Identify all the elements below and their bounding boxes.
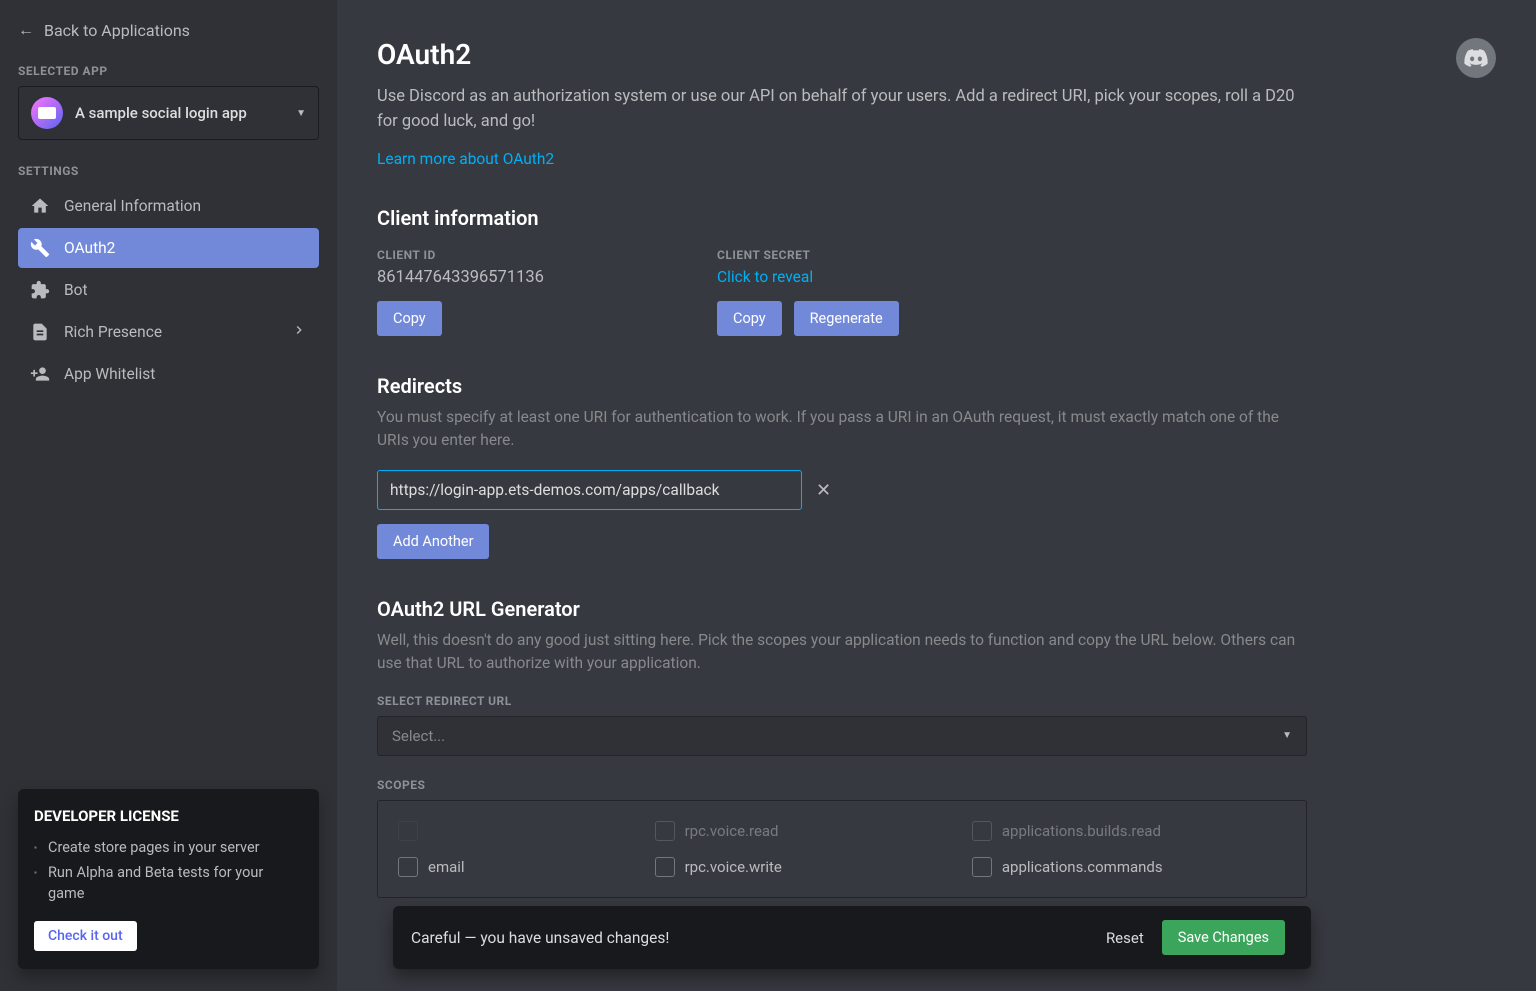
- redirect-uri-input[interactable]: [377, 470, 802, 510]
- sidebar-item-label: OAuth2: [64, 239, 115, 257]
- page-title: OAuth2: [377, 38, 1496, 71]
- unsaved-changes-bar: Careful — you have unsaved changes! Rese…: [393, 906, 1311, 969]
- reveal-secret-link[interactable]: Click to reveal: [717, 268, 813, 286]
- license-item: Create store pages in your server: [34, 837, 303, 859]
- scope-item-rpc-voice-write[interactable]: rpc.voice.write: [655, 857, 782, 877]
- sidebar: ← Back to Applications SELECTED APP A sa…: [0, 0, 337, 991]
- add-another-button[interactable]: Add Another: [377, 524, 489, 559]
- scope-item-rpc-voice-read[interactable]: rpc.voice.read: [655, 821, 782, 841]
- checkbox-icon: [972, 857, 992, 877]
- sidebar-item-app-whitelist[interactable]: App Whitelist: [18, 354, 319, 394]
- select-placeholder: Select...: [392, 727, 445, 745]
- checkbox-icon: [398, 857, 418, 877]
- scope-item[interactable]: [398, 821, 465, 841]
- main-content: OAuth2 Use Discord as an authorization s…: [337, 0, 1536, 991]
- scope-item-applications-commands[interactable]: applications.commands: [972, 857, 1163, 877]
- client-secret-label: CLIENT SECRET: [717, 248, 1017, 262]
- client-id-value: 861447643396571136: [377, 268, 677, 287]
- save-changes-button[interactable]: Save Changes: [1162, 920, 1285, 955]
- sidebar-item-bot[interactable]: Bot: [18, 270, 319, 310]
- sidebar-item-rich-presence[interactable]: Rich Presence: [18, 312, 319, 352]
- sidebar-item-label: Rich Presence: [64, 323, 162, 341]
- copy-client-id-button[interactable]: Copy: [377, 301, 442, 336]
- scope-item-email[interactable]: email: [398, 857, 465, 877]
- chevron-down-icon: ▼: [296, 108, 306, 119]
- reset-button[interactable]: Reset: [1106, 929, 1144, 947]
- checkbox-icon: [972, 821, 992, 841]
- license-list: Create store pages in your server Run Al…: [34, 837, 303, 905]
- redirects-heading: Redirects: [377, 374, 1496, 398]
- sidebar-item-general-information[interactable]: General Information: [18, 186, 319, 226]
- app-selector[interactable]: A sample social login app ▼: [18, 86, 319, 140]
- back-to-applications[interactable]: ← Back to Applications: [18, 20, 319, 40]
- scopes-label: SCOPES: [377, 778, 1496, 792]
- license-item: Run Alpha and Beta tests for your game: [34, 862, 303, 906]
- client-id-label: CLIENT ID: [377, 248, 677, 262]
- selected-app-label: SELECTED APP: [18, 64, 319, 78]
- document-icon: [30, 322, 50, 342]
- app-avatar: [31, 97, 63, 129]
- learn-more-link[interactable]: Learn more about OAuth2: [377, 150, 554, 168]
- unsaved-message: Careful — you have unsaved changes!: [411, 929, 669, 947]
- scope-item-applications-builds-read[interactable]: applications.builds.read: [972, 821, 1163, 841]
- remove-redirect-icon[interactable]: ✕: [816, 480, 831, 501]
- checkbox-icon: [398, 821, 418, 841]
- sidebar-item-label: Bot: [64, 281, 88, 299]
- check-it-out-button[interactable]: Check it out: [34, 921, 137, 951]
- developer-license-card: DEVELOPER LICENSE Create store pages in …: [18, 789, 319, 969]
- wrench-icon: [30, 238, 50, 258]
- copy-secret-button[interactable]: Copy: [717, 301, 782, 336]
- url-generator-heading: OAuth2 URL Generator: [377, 597, 1496, 621]
- sidebar-item-label: General Information: [64, 197, 201, 215]
- regenerate-secret-button[interactable]: Regenerate: [794, 301, 899, 336]
- sidebar-item-oauth2[interactable]: OAuth2: [18, 228, 319, 268]
- puzzle-icon: [30, 280, 50, 300]
- chevron-down-icon: ▼: [1282, 730, 1292, 741]
- url-generator-description: Well, this doesn't do any good just sitt…: [377, 629, 1297, 676]
- redirects-description: You must specify at least one URI for au…: [377, 406, 1297, 453]
- client-information-heading: Client information: [377, 206, 1496, 230]
- app-name: A sample social login app: [75, 104, 284, 122]
- license-title: DEVELOPER LICENSE: [34, 807, 303, 825]
- back-label: Back to Applications: [44, 21, 190, 40]
- home-icon: [30, 196, 50, 216]
- checkbox-icon: [655, 821, 675, 841]
- sidebar-item-label: App Whitelist: [64, 365, 155, 383]
- chevron-right-icon: [291, 322, 307, 342]
- select-redirect-label: SELECT REDIRECT URL: [377, 694, 1496, 708]
- page-subtitle: Use Discord as an authorization system o…: [377, 85, 1317, 135]
- checkbox-icon: [655, 857, 675, 877]
- redirect-url-select[interactable]: Select... ▼: [377, 716, 1307, 756]
- person-add-icon: [30, 364, 50, 384]
- arrow-left-icon: ←: [18, 20, 34, 40]
- settings-label: SETTINGS: [18, 164, 319, 178]
- discord-icon[interactable]: [1456, 38, 1496, 78]
- scopes-container: email rpc.voice.read rpc.voice.write app…: [377, 800, 1307, 898]
